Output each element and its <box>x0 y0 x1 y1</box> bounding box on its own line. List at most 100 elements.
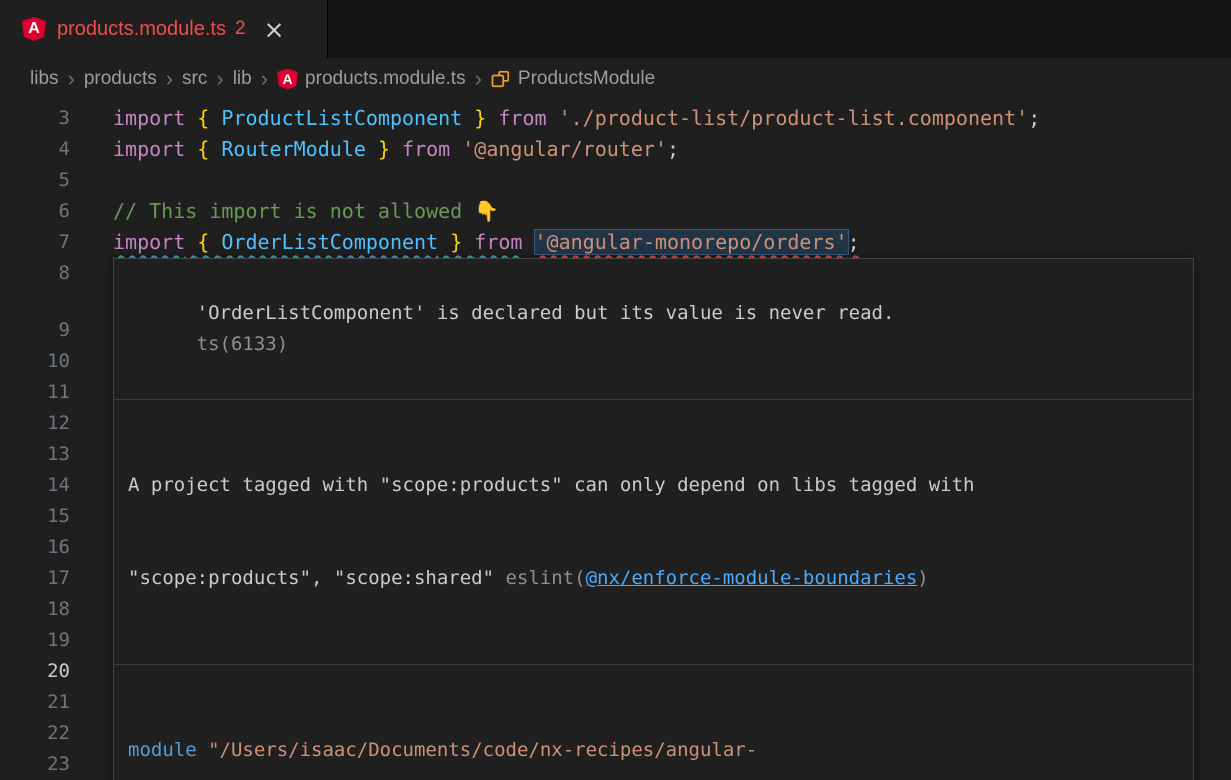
line-number: 20 <box>0 656 70 687</box>
code-line-5[interactable]: 5 <box>0 165 1231 196</box>
line-number: 6 <box>0 196 70 227</box>
line-number: 21 <box>0 687 70 718</box>
code-line-4[interactable]: 4import { RouterModule } from '@angular/… <box>0 134 1231 165</box>
code-token: from <box>474 230 522 254</box>
code-token: OrderListComponent <box>221 230 438 254</box>
line-number: 3 <box>0 103 70 134</box>
breadcrumb-separator-icon: › <box>166 68 173 90</box>
code-token: import <box>113 106 185 130</box>
line-number: 18 <box>0 594 70 625</box>
code-token: 👇 <box>474 199 499 223</box>
line-number: 14 <box>0 470 70 501</box>
code-line-3[interactable]: 3 import { ProductListComponent } from '.… <box>0 103 1231 134</box>
eslint-source-prefix: eslint( <box>494 567 586 589</box>
code-editor[interactable]: 3 import { ProductListComponent } from '.… <box>0 100 1231 780</box>
line-content: // This import is not allowed 👇 <box>113 196 499 227</box>
close-tab-icon[interactable]: × <box>264 17 285 42</box>
module-keyword: module <box>128 739 197 761</box>
ts-diagnostic-code: ts(6133) <box>197 333 289 355</box>
tab-problems-badge: 2 <box>235 18 246 40</box>
code-token: '@angular-monorepo/orders' <box>535 230 848 254</box>
code-token <box>185 230 197 254</box>
code-token <box>462 230 474 254</box>
code-token: '@angular/router' <box>462 137 667 161</box>
breadcrumb-label: products <box>84 68 157 90</box>
code-line-7[interactable]: 7 import { OrderListComponent } from '@an… <box>0 227 1231 258</box>
module-info: module "/Users/isaac/Documents/code/nx-r… <box>114 665 1193 780</box>
code-token: { <box>197 137 209 161</box>
breadcrumb-item-lib[interactable]: lib <box>233 68 252 90</box>
line-content: import { RouterModule } from '@angular/r… <box>113 134 679 165</box>
eslint-source-suffix: ) <box>917 567 928 589</box>
code-token <box>185 137 197 161</box>
breadcrumb-label: src <box>182 68 207 90</box>
line-number: 9 <box>0 315 70 346</box>
code-token: { <box>197 230 209 254</box>
breadcrumb-item-productsmodule[interactable]: ProductsModule <box>491 68 655 90</box>
code-token: { <box>197 106 209 130</box>
hover-tooltip: 'OrderListComponent' is declared but its… <box>113 258 1194 780</box>
ts-diagnostic-message: 'OrderListComponent' is declared but its… <box>197 302 895 324</box>
breadcrumb: libs › products › src › lib › Aproducts.module.t… <box>0 58 1231 100</box>
code-token: } <box>450 230 462 254</box>
line-number: 10 <box>0 346 70 377</box>
breadcrumb-item-libs[interactable]: libs <box>30 68 59 90</box>
breadcrumb-item-products-module-ts[interactable]: Aproducts.module.ts <box>277 68 466 90</box>
code-token: RouterModule <box>221 137 366 161</box>
breadcrumb-separator-icon: › <box>68 68 75 90</box>
breadcrumb-item-products[interactable]: products <box>84 68 157 90</box>
code-token <box>486 106 498 130</box>
code-token: // This import is not allowed <box>113 199 474 223</box>
line-number: 7 <box>0 227 70 258</box>
code-token: ProductListComponent <box>221 106 462 130</box>
code-token: ; <box>667 137 679 161</box>
line-number: 12 <box>0 408 70 439</box>
code-token: } <box>378 137 390 161</box>
breadcrumb-separator-icon: › <box>216 68 223 90</box>
code-line-6[interactable]: 6 // This import is not allowed 👇 <box>0 196 1231 227</box>
eslint-diagnostic-line2: "scope:products", "scope:shared" eslint(… <box>128 563 1179 594</box>
breadcrumb-item-src[interactable]: src <box>182 68 207 90</box>
class-symbol-icon <box>491 69 511 89</box>
code-token <box>209 137 221 161</box>
line-number: 16 <box>0 532 70 563</box>
code-token <box>462 106 474 130</box>
code-token <box>209 230 221 254</box>
module-path-line1: "/Users/isaac/Documents/code/nx-recipes/… <box>208 739 757 761</box>
breadcrumb-label: lib <box>233 68 252 90</box>
code-token <box>547 106 559 130</box>
line-content: import { OrderListComponent } from '@ang… <box>113 227 860 258</box>
code-token <box>390 137 402 161</box>
code-token <box>185 106 197 130</box>
ts-diagnostic: 'OrderListComponent' is declared but its… <box>114 259 1193 400</box>
tab-products-module-ts[interactable]: A products.module.ts 2 × <box>0 0 328 58</box>
code-token: './product-list/product-list.component' <box>559 106 1029 130</box>
code-token: ; <box>1028 106 1040 130</box>
code-token <box>209 106 221 130</box>
breadcrumb-separator-icon: › <box>475 68 482 90</box>
line-number: 22 <box>0 718 70 749</box>
line-number: 5 <box>0 165 70 196</box>
breadcrumb-separator-icon: › <box>261 68 268 90</box>
angular-icon: A <box>277 69 298 90</box>
code-token: ; <box>848 230 860 254</box>
line-number: 15 <box>0 501 70 532</box>
code-token: } <box>474 106 486 130</box>
code-token <box>366 137 378 161</box>
breadcrumb-label: products.module.ts <box>305 68 466 90</box>
code-token: import <box>113 137 185 161</box>
angular-file-icon: A <box>22 17 46 41</box>
line-content: import { ProductListComponent } from './… <box>113 103 1040 134</box>
eslint-diagnostic-text: "scope:products", "scope:shared" <box>128 567 494 589</box>
line-number: 19 <box>0 625 70 656</box>
breadcrumb-label: libs <box>30 68 59 90</box>
eslint-diagnostic: A project tagged with "scope:products" c… <box>114 400 1193 665</box>
breadcrumb-label: ProductsModule <box>518 68 655 90</box>
tab-bar: A products.module.ts 2 × <box>0 0 1231 58</box>
line-number: 8 <box>0 258 70 289</box>
eslint-rule-link[interactable]: @nx/enforce-module-boundaries <box>586 567 918 589</box>
eslint-diagnostic-line1: A project tagged with "scope:products" c… <box>128 470 1179 501</box>
code-token: from <box>498 106 546 130</box>
code-token <box>450 137 462 161</box>
line-number: 23 <box>0 749 70 780</box>
